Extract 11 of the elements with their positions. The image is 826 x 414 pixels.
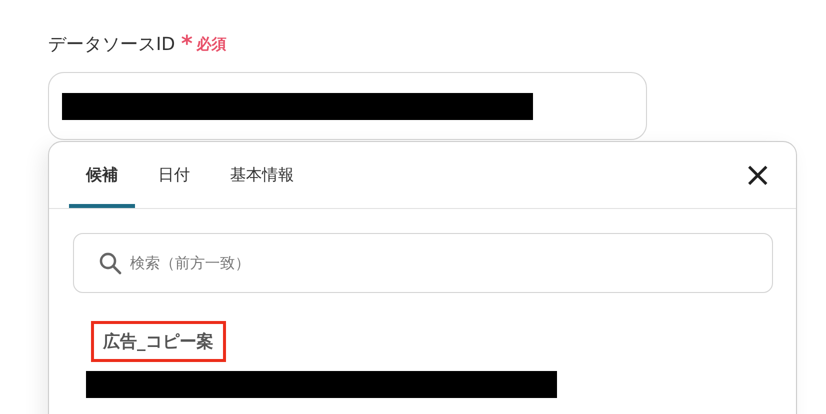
search-icon [98,251,122,275]
required-text: 必須 [196,34,227,54]
field-label: データソースID [48,33,176,56]
tab[interactable]: 候補 [69,165,135,208]
close-button[interactable]: × [744,158,772,192]
search-field[interactable]: 検索（前方一致） [73,233,773,293]
tab[interactable]: 日付 [141,165,207,208]
item-title[interactable]: 広告_コピー案 [91,321,226,362]
tab[interactable]: 基本情報 [213,165,311,208]
required-mark: * [181,32,193,56]
input-field[interactable] [48,72,647,140]
